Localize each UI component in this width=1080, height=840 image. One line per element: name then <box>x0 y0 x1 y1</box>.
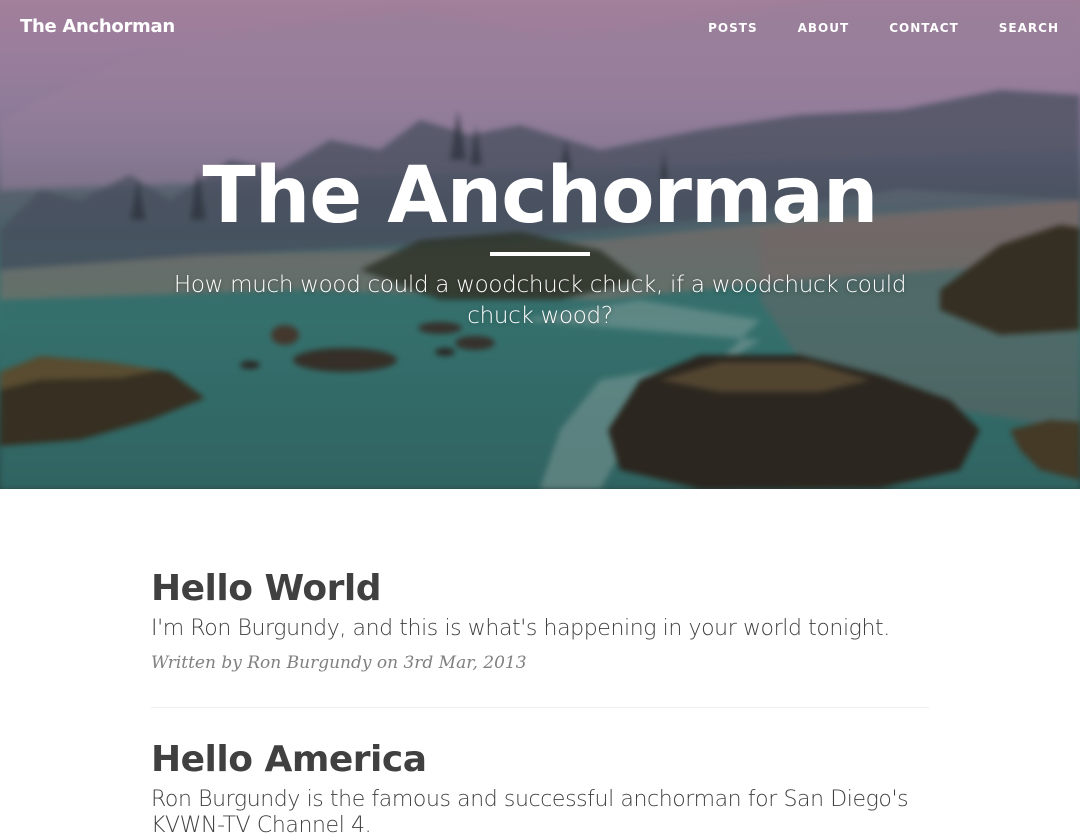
site-title: The Anchorman <box>202 151 879 241</box>
nav-link-about[interactable]: ABOUT <box>798 21 850 35</box>
nav-links: POSTS ABOUT CONTACT SEARCH <box>668 21 1059 35</box>
top-navbar: The Anchorman POSTS ABOUT CONTACT SEARCH <box>0 0 1080 58</box>
post-divider <box>151 707 929 708</box>
site-heading: The Anchorman How much wood could a wood… <box>0 146 1080 332</box>
post-preview-hello-world[interactable]: Hello World I'm Ron Burgundy, and this i… <box>151 566 929 674</box>
title-divider <box>490 252 590 256</box>
post-title[interactable]: Hello America <box>151 737 929 783</box>
site-subtitle: How much wood could a woodchuck chuck, i… <box>173 272 907 329</box>
nav-link-posts[interactable]: POSTS <box>708 21 757 35</box>
nav-link-search[interactable]: SEARCH <box>999 21 1059 35</box>
hero-header: The Anchorman POSTS ABOUT CONTACT SEARCH… <box>0 0 1080 489</box>
post-title[interactable]: Hello World <box>151 566 929 612</box>
post-meta: Written by Ron Burgundy on 3rd Mar, 2013 <box>151 653 527 673</box>
post-preview-hello-america[interactable]: Hello America Ron Burgundy is the famous… <box>151 737 929 839</box>
nav-link-contact[interactable]: CONTACT <box>889 21 959 35</box>
post-list: Hello World I'm Ron Burgundy, and this i… <box>151 566 929 839</box>
post-subtitle[interactable]: Ron Burgundy is the famous and successfu… <box>151 787 929 839</box>
post-subtitle[interactable]: I'm Ron Burgundy, and this is what's hap… <box>151 616 929 642</box>
brand-link[interactable]: The Anchorman <box>20 16 175 37</box>
